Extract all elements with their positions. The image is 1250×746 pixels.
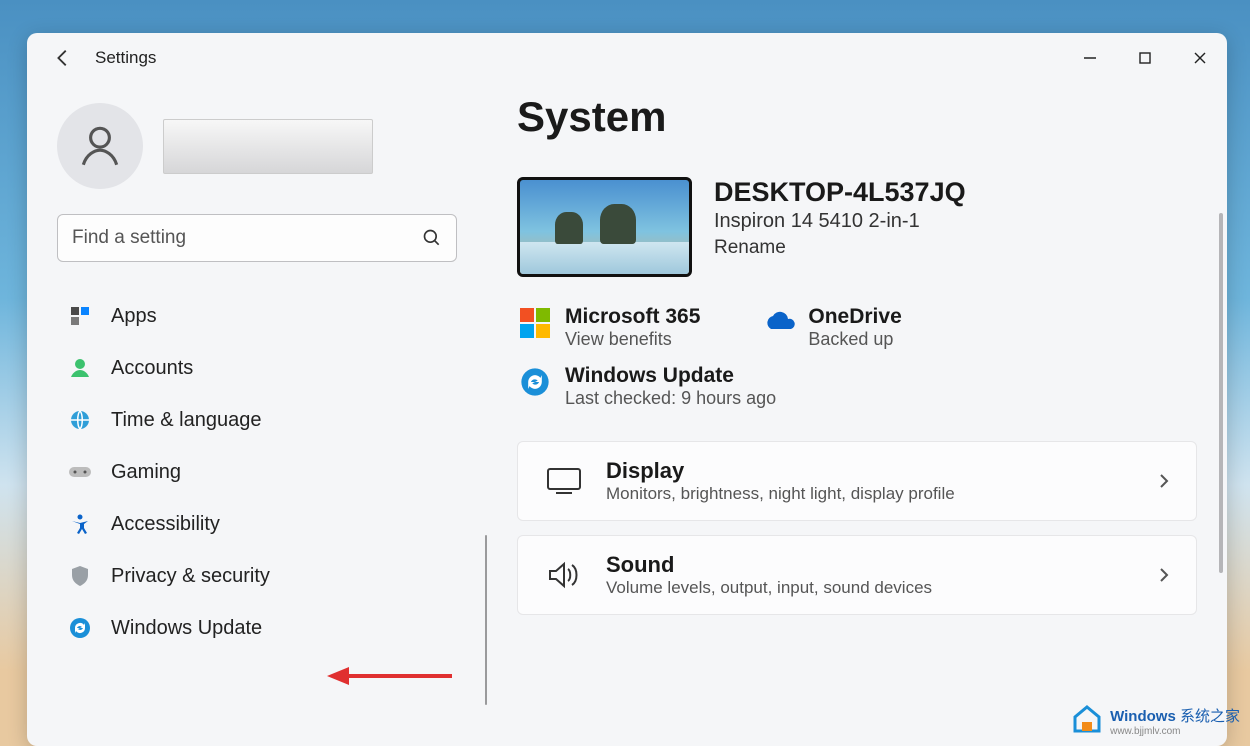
windows-update-status-icon <box>517 364 553 400</box>
watermark-sub2: www.bjjmlv.com <box>1110 726 1240 737</box>
app-title: Settings <box>95 48 156 68</box>
status-windows-update[interactable]: Windows Update Last checked: 9 hours ago <box>517 364 1197 409</box>
settings-window: Settings A <box>27 33 1227 746</box>
status-sub: Backed up <box>808 329 901 350</box>
status-microsoft-365[interactable]: Microsoft 365 View benefits <box>517 305 700 350</box>
search-input[interactable] <box>57 214 457 262</box>
window-controls <box>1062 33 1227 83</box>
chevron-right-icon <box>1156 567 1172 583</box>
sidebar: Apps Accounts Time & language <box>27 83 487 746</box>
search-field[interactable] <box>72 227 422 249</box>
status-title: Microsoft 365 <box>565 305 700 329</box>
username-redacted <box>163 119 373 174</box>
sidebar-item-accessibility[interactable]: Accessibility <box>57 498 469 550</box>
back-button[interactable] <box>47 42 79 74</box>
close-button[interactable] <box>1172 33 1227 83</box>
chevron-right-icon <box>1156 473 1172 489</box>
display-icon <box>542 459 586 503</box>
section-desc: Volume levels, output, input, sound devi… <box>606 578 1156 598</box>
maximize-button[interactable] <box>1117 33 1172 83</box>
sidebar-item-label: Time & language <box>111 409 261 432</box>
user-block[interactable] <box>57 103 469 189</box>
accessibility-icon <box>65 513 95 535</box>
section-title: Display <box>606 458 1156 484</box>
body: Apps Accounts Time & language <box>27 83 1227 746</box>
device-name: DESKTOP-4L537JQ <box>714 177 966 208</box>
minimize-button[interactable] <box>1062 33 1117 83</box>
time-language-icon <box>65 409 95 431</box>
status-title: OneDrive <box>808 305 901 329</box>
shield-icon <box>65 565 95 587</box>
status-grid: Microsoft 365 View benefits OneDrive Bac… <box>517 305 1197 409</box>
device-info: DESKTOP-4L537JQ Inspiron 14 5410 2-in-1 … <box>714 177 966 259</box>
section-display[interactable]: Display Monitors, brightness, night ligh… <box>517 441 1197 521</box>
sidebar-item-privacy-security[interactable]: Privacy & security <box>57 550 469 602</box>
device-block: DESKTOP-4L537JQ Inspiron 14 5410 2-in-1 … <box>517 177 1197 277</box>
page-title: System <box>517 93 1197 141</box>
windows-update-icon <box>65 617 95 639</box>
section-sound[interactable]: Sound Volume levels, output, input, soun… <box>517 535 1197 615</box>
gaming-icon <box>65 464 95 480</box>
sidebar-item-time-language[interactable]: Time & language <box>57 394 469 446</box>
sidebar-item-windows-update[interactable]: Windows Update <box>57 602 469 654</box>
sidebar-item-label: Accounts <box>111 357 193 380</box>
sidebar-item-label: Privacy & security <box>111 565 270 588</box>
sidebar-item-label: Windows Update <box>111 617 262 640</box>
accounts-icon <box>65 357 95 379</box>
watermark: Windows 系统之家 www.bjjmlv.com <box>1070 704 1240 738</box>
avatar <box>57 103 143 189</box>
watermark-icon <box>1070 704 1104 738</box>
main-content: System DESKTOP-4L537JQ Inspiron 14 5410 … <box>487 83 1227 746</box>
watermark-sub1: 系统之家 <box>1180 708 1240 725</box>
search-icon <box>422 228 442 248</box>
device-model: Inspiron 14 5410 2-in-1 <box>714 210 966 233</box>
status-title: Windows Update <box>565 364 776 388</box>
apps-icon <box>65 305 95 327</box>
section-title: Sound <box>606 552 1156 578</box>
main-scrollbar[interactable] <box>1219 213 1223 573</box>
status-sub: View benefits <box>565 329 700 350</box>
desktop-preview[interactable] <box>517 177 692 277</box>
status-sub: Last checked: 9 hours ago <box>565 388 776 409</box>
sound-icon <box>542 553 586 597</box>
rename-link[interactable]: Rename <box>714 237 966 259</box>
sidebar-item-label: Apps <box>111 305 157 328</box>
sidebar-item-label: Accessibility <box>111 513 220 536</box>
nav-list: Apps Accounts Time & language <box>57 290 469 654</box>
section-desc: Monitors, brightness, night light, displ… <box>606 484 1156 504</box>
sidebar-item-apps[interactable]: Apps <box>57 290 469 342</box>
status-onedrive[interactable]: OneDrive Backed up <box>760 305 901 350</box>
sidebar-item-label: Gaming <box>111 461 181 484</box>
sidebar-item-accounts[interactable]: Accounts <box>57 342 469 394</box>
watermark-brand: Windows <box>1110 708 1176 725</box>
titlebar: Settings <box>27 33 1227 83</box>
onedrive-icon <box>760 305 796 341</box>
microsoft-365-icon <box>517 305 553 341</box>
sidebar-item-gaming[interactable]: Gaming <box>57 446 469 498</box>
